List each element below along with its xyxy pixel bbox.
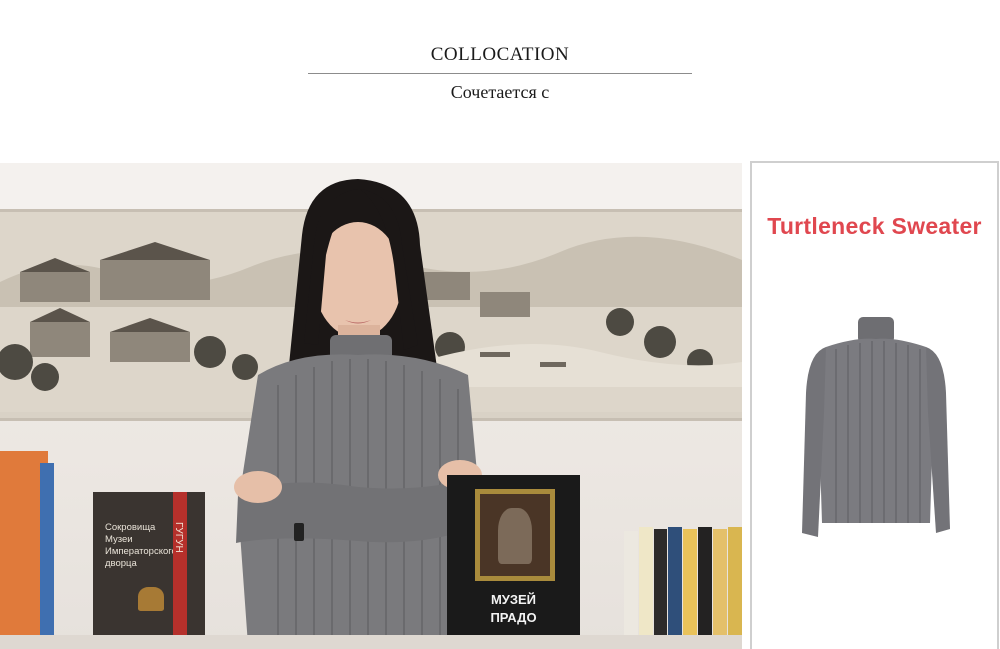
book-gugun-line: Императорского: [105, 546, 177, 557]
product-card[interactable]: Turtleneck Sweater: [750, 161, 999, 649]
collocation-header: COLLOCATION Сочетается с: [0, 0, 1000, 160]
book-spine: [668, 527, 682, 639]
book-gugun-title: Сокровища Музеи Императорского дворца: [105, 522, 177, 570]
book-gugun-line: дворца: [105, 558, 137, 569]
book-gugun-lion-emblem: [138, 587, 164, 611]
book-spine: [713, 529, 727, 639]
section-title: COLLOCATION: [430, 44, 570, 65]
book-spine: [683, 529, 697, 639]
book-spine: [639, 527, 653, 639]
book-row-right: [624, 527, 742, 639]
lifestyle-photo: Сокровища Музеи Императорского дворца ГУ…: [0, 163, 742, 649]
book-gugun-line: Сокровища: [105, 522, 156, 533]
book-gugun-line: Музеи: [105, 534, 133, 545]
book-prado-line: ПРАДО: [490, 610, 537, 625]
book-prado-line: МУЗЕЙ: [490, 592, 537, 607]
book-gugun: Сокровища Музеи Императорского дворца ГУ…: [93, 492, 205, 635]
book-spine: [654, 529, 667, 639]
book-spine-blue: [40, 463, 54, 635]
book-prado: МУЗЕЙ ПРАДО: [447, 475, 580, 640]
book-prado-portrait: [498, 508, 532, 564]
section-subtitle: Сочетается с: [450, 82, 550, 102]
book-spine: [728, 527, 742, 639]
book-prado-title: МУЗЕЙ ПРАДО: [447, 591, 580, 627]
sweater-product-image: [802, 317, 950, 537]
book-gugun-spine-text: ГУГУН: [173, 522, 184, 553]
product-card-title: Turtleneck Sweater: [767, 213, 982, 239]
book-spine: [698, 527, 712, 639]
shelf: [0, 635, 742, 649]
book-spine: [624, 531, 638, 639]
book-prado-frame: [475, 489, 555, 581]
title-divider: [308, 73, 692, 74]
book-gugun-spine-band: ГУГУН: [173, 492, 187, 635]
